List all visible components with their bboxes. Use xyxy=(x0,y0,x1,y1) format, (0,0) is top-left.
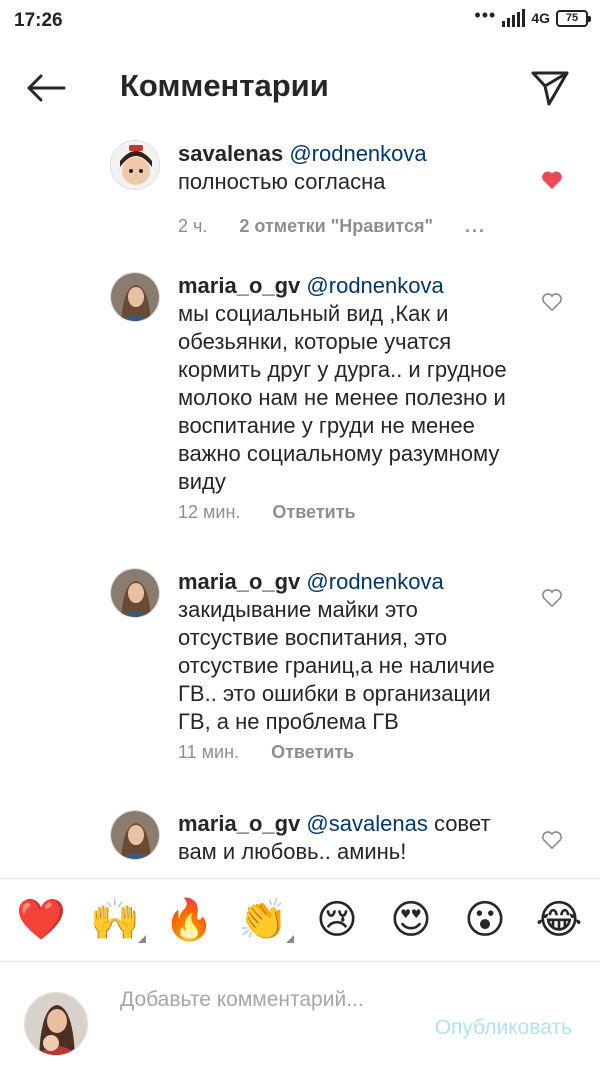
emoji-raising-hands-button[interactable]: 🙌 xyxy=(88,893,146,947)
raising-hands-icon: 🙌 xyxy=(90,898,140,942)
comment-meta: 12 мин. Ответить xyxy=(178,502,356,523)
comments-list[interactable]: savalenas @rodnenkova полностью согласна… xyxy=(0,130,600,878)
avatar-image xyxy=(111,273,159,321)
skin-tone-indicator-icon xyxy=(138,935,146,943)
comment-message: мы социальный вид ,Как и обезьянки, кото… xyxy=(178,301,507,494)
direct-share-button[interactable] xyxy=(528,66,572,110)
comment-message: полностью согласна xyxy=(178,169,386,194)
reply-button[interactable]: Ответить xyxy=(271,742,354,763)
comment-username[interactable]: savalenas xyxy=(178,141,283,166)
comment-username[interactable]: maria_o_gv xyxy=(178,811,300,836)
comment-text: maria_o_gv @rodnenkova мы социальный вид… xyxy=(178,272,518,496)
comment-input[interactable] xyxy=(120,986,380,1046)
skin-tone-indicator-icon xyxy=(286,935,294,943)
back-button[interactable] xyxy=(20,62,72,114)
comment-message: закидывание майки это отсуствие воспитан… xyxy=(178,597,495,734)
comment-composer: Опубликовать xyxy=(0,962,600,1066)
heart-outline-icon xyxy=(542,293,562,311)
comment-time: 2 ч. xyxy=(178,216,208,236)
comment-username[interactable]: maria_o_gv xyxy=(178,569,300,594)
comment-meta: 11 мин. Ответить xyxy=(178,742,354,763)
clapping-hands-icon: 👏 xyxy=(238,898,288,942)
paper-plane-icon xyxy=(531,71,569,106)
comment-text: maria_o_gv @rodnenkova закидывание майки… xyxy=(178,568,518,736)
current-user-avatar xyxy=(24,992,88,1056)
signal-icon xyxy=(502,9,526,27)
header: Комментарии xyxy=(0,40,600,136)
more-options-button[interactable]: ... xyxy=(465,216,486,237)
emoji-clapping-hands-button[interactable]: 👏 xyxy=(236,893,294,947)
like-button[interactable] xyxy=(540,586,564,610)
comment-text: savalenas @rodnenkova полностью согласна xyxy=(178,140,518,196)
emoji-crying-face-button[interactable]: 😢 xyxy=(310,893,364,947)
status-indicators: ••• 4G 75 xyxy=(474,5,591,27)
comment-mention[interactable]: @rodnenkova xyxy=(306,273,443,298)
emoji-fire-button[interactable]: 🔥 xyxy=(162,893,216,947)
battery-icon: 75 xyxy=(556,9,591,27)
avatar[interactable] xyxy=(110,568,160,618)
avatar[interactable] xyxy=(110,272,160,322)
comment-text: maria_o_gv @savalenas совет вам и любовь… xyxy=(178,810,518,866)
emoji-open-mouth-button[interactable]: 😮 xyxy=(458,893,512,947)
emoji-red-heart-button[interactable]: ❤️ xyxy=(14,893,68,947)
avatar-image xyxy=(111,811,159,859)
avatar[interactable] xyxy=(110,140,160,190)
avatar-image xyxy=(111,141,159,189)
arrow-left-icon xyxy=(27,74,66,102)
heart-outline-icon xyxy=(542,589,562,607)
publish-button[interactable]: Опубликовать xyxy=(435,1016,572,1040)
emoji-bar: ❤️ 🙌 🔥 👏 😢 😍 😮 😂 xyxy=(0,878,600,962)
heart-filled-icon xyxy=(542,171,562,190)
reply-button[interactable]: Ответить xyxy=(272,502,355,523)
comment-mention[interactable]: @rodnenkova xyxy=(289,141,426,166)
likes-count-link[interactable]: 2 отметки "Нравится" xyxy=(239,216,433,237)
comment-time: 12 мин. xyxy=(178,502,241,522)
comment-time: 11 мин. xyxy=(178,742,240,762)
avatar[interactable] xyxy=(110,810,160,860)
avatar-image xyxy=(111,569,159,617)
comment-meta: 2 ч. 2 отметки "Нравится" ... xyxy=(178,216,486,237)
status-bar: 17:26 ••• 4G 75 xyxy=(0,0,600,40)
like-button[interactable] xyxy=(540,290,564,314)
comment-username[interactable]: maria_o_gv xyxy=(178,273,300,298)
notification-dots-icon: ••• xyxy=(474,5,497,25)
network-type: 4G xyxy=(531,10,550,26)
page-title: Комментарии xyxy=(120,68,329,103)
like-button[interactable] xyxy=(540,828,564,852)
like-button[interactable] xyxy=(540,168,564,192)
status-time: 17:26 xyxy=(14,10,63,31)
emoji-tears-of-joy-button[interactable]: 😂 xyxy=(532,893,586,947)
heart-outline-icon xyxy=(542,831,562,849)
comment-mention[interactable]: @rodnenkova xyxy=(306,569,443,594)
avatar-image xyxy=(25,993,87,1055)
emoji-heart-eyes-button[interactable]: 😍 xyxy=(384,893,438,947)
comment-mention[interactable]: @savalenas xyxy=(306,811,427,836)
